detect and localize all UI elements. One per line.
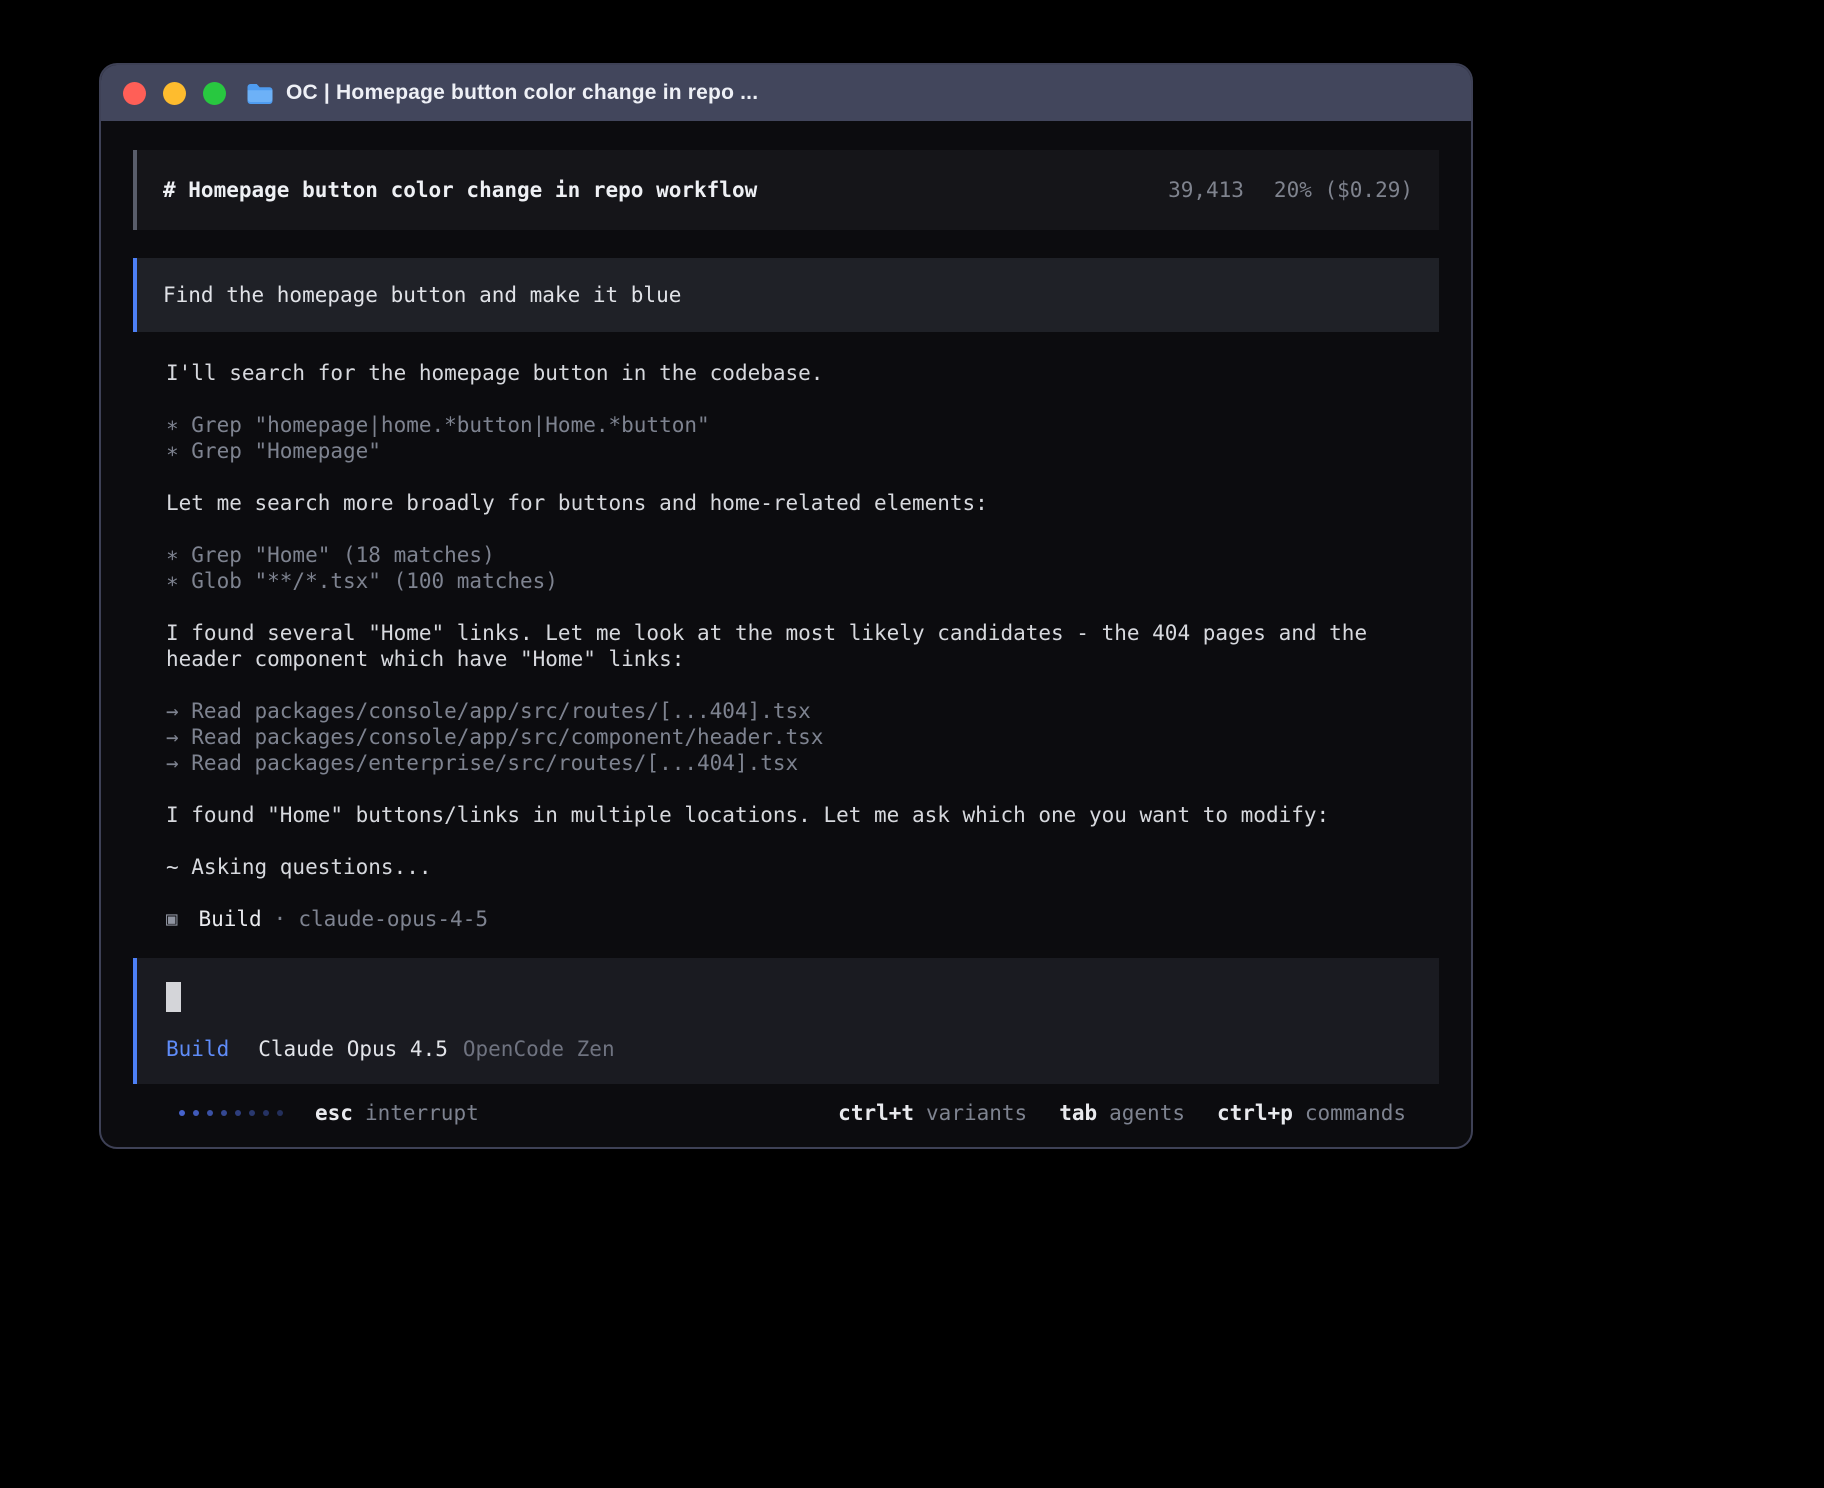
token-count: 39,413 bbox=[1168, 177, 1244, 203]
chat-transcript: I'll search for the homepage button in t… bbox=[133, 332, 1439, 932]
tool-call-read: → Read packages/enterprise/src/routes/[.… bbox=[166, 750, 1439, 776]
tool-call-group: ∗ Grep "homepage|home.*button|Home.*butt… bbox=[166, 412, 1439, 464]
session-header: # Homepage button color change in repo w… bbox=[133, 150, 1439, 230]
shortcut-key: ctrl+p bbox=[1217, 1100, 1293, 1126]
esc-label: interrupt bbox=[365, 1100, 479, 1126]
user-message-text: Find the homepage button and make it blu… bbox=[163, 282, 681, 308]
context-usage: 20% ($0.29) bbox=[1274, 177, 1413, 203]
tool-call-grep: ∗ Grep "homepage|home.*button|Home.*butt… bbox=[166, 412, 1439, 438]
user-message: Find the homepage button and make it blu… bbox=[133, 258, 1439, 332]
tool-call-group: → Read packages/console/app/src/routes/[… bbox=[166, 698, 1439, 776]
prompt-input[interactable]: Build Claude Opus 4.5 OpenCode Zen bbox=[133, 958, 1439, 1084]
shortcut-label: commands bbox=[1305, 1100, 1406, 1126]
tool-call-read: → Read packages/console/app/src/componen… bbox=[166, 724, 1439, 750]
window-titlebar[interactable]: OC | Homepage button color change in rep… bbox=[101, 65, 1471, 121]
assistant-paragraph: I found several "Home" links. Let me loo… bbox=[166, 620, 1439, 672]
input-provider-label: OpenCode Zen bbox=[463, 1036, 615, 1062]
spinner-icon bbox=[179, 1110, 283, 1116]
shortcut-label: agents bbox=[1109, 1100, 1185, 1126]
tool-call-grep: ∗ Grep "Home" (18 matches) bbox=[166, 542, 1439, 568]
shortcut-interrupt: esc interrupt bbox=[315, 1100, 479, 1126]
agent-icon: ▣ bbox=[166, 906, 177, 932]
session-stats: 39,413 20% ($0.29) bbox=[1168, 177, 1413, 203]
agent-model: claude-opus-4-5 bbox=[298, 906, 488, 932]
status-bar-left: esc interrupt bbox=[179, 1100, 479, 1126]
shortcut-variants: ctrl+t variants bbox=[838, 1100, 1027, 1126]
agent-status-line: ▣ Build · claude-opus-4-5 bbox=[166, 906, 1439, 932]
assistant-paragraph: I found "Home" buttons/links in multiple… bbox=[166, 802, 1439, 828]
session-title: # Homepage button color change in repo w… bbox=[163, 177, 757, 203]
assistant-status-text: ~ Asking questions... bbox=[166, 854, 1439, 880]
terminal-content: # Homepage button color change in repo w… bbox=[101, 121, 1471, 1126]
esc-key: esc bbox=[315, 1100, 353, 1126]
window-title: OC | Homepage button color change in rep… bbox=[286, 81, 758, 105]
close-button[interactable] bbox=[123, 82, 146, 105]
shortcut-commands: ctrl+p commands bbox=[1217, 1100, 1406, 1126]
shortcut-agents: tab agents bbox=[1059, 1100, 1185, 1126]
folder-icon bbox=[246, 82, 273, 105]
terminal-window: OC | Homepage button color change in rep… bbox=[99, 63, 1473, 1149]
traffic-lights bbox=[123, 82, 226, 105]
tool-call-grep: ∗ Grep "Homepage" bbox=[166, 438, 1439, 464]
maximize-button[interactable] bbox=[203, 82, 226, 105]
input-agent-label[interactable]: Build bbox=[166, 1036, 229, 1062]
shortcut-label: variants bbox=[926, 1100, 1027, 1126]
minimize-button[interactable] bbox=[163, 82, 186, 105]
separator-dot: · bbox=[274, 906, 287, 932]
text-cursor bbox=[166, 982, 181, 1012]
shortcut-key: tab bbox=[1059, 1100, 1097, 1126]
status-bar-right: ctrl+t variants tab agents ctrl+p comman… bbox=[838, 1100, 1406, 1126]
assistant-paragraph: I'll search for the homepage button in t… bbox=[166, 360, 1439, 386]
input-model-label[interactable]: Claude Opus 4.5 bbox=[258, 1036, 448, 1062]
agent-name: Build bbox=[198, 906, 261, 932]
assistant-paragraph: Let me search more broadly for buttons a… bbox=[166, 490, 1439, 516]
tool-call-read: → Read packages/console/app/src/routes/[… bbox=[166, 698, 1439, 724]
status-bar: esc interrupt ctrl+t variants tab agents… bbox=[133, 1100, 1439, 1126]
tool-call-group: ∗ Grep "Home" (18 matches) ∗ Glob "**/*.… bbox=[166, 542, 1439, 594]
shortcut-key: ctrl+t bbox=[838, 1100, 914, 1126]
input-meta-row: Build Claude Opus 4.5 OpenCode Zen bbox=[166, 1036, 1413, 1062]
tool-call-glob: ∗ Glob "**/*.tsx" (100 matches) bbox=[166, 568, 1439, 594]
